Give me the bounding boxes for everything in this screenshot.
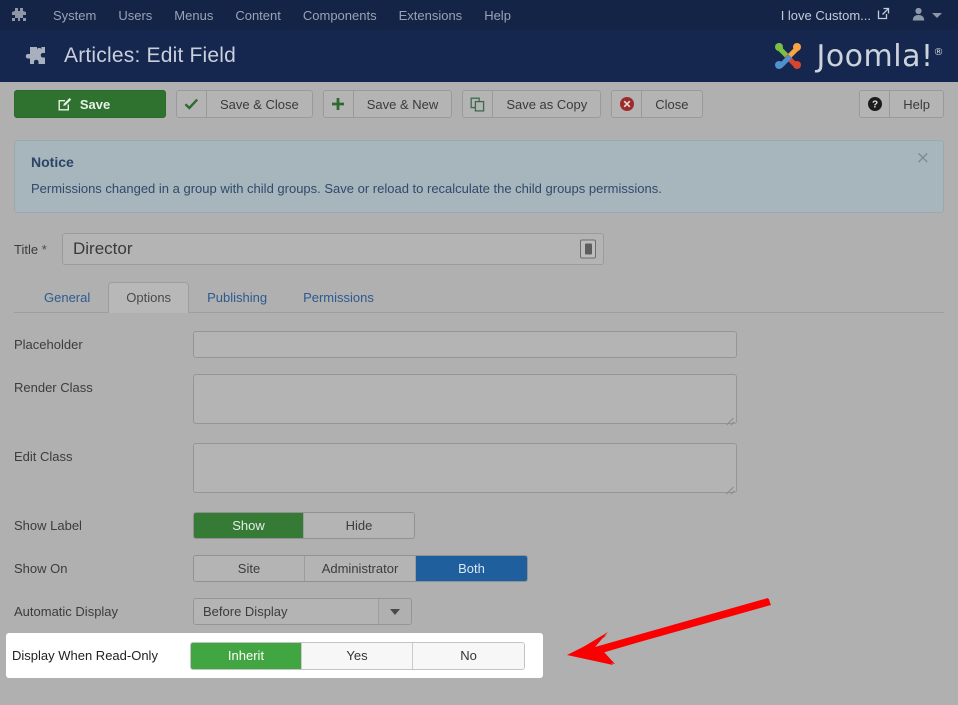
save-and-close-label: Save & Close xyxy=(220,96,299,112)
title-label-text: Title xyxy=(14,241,39,257)
site-preview-link[interactable]: I love Custom... xyxy=(773,3,898,27)
display-when-readonly-label: Display When Read-Only xyxy=(12,648,158,663)
help-button-label: Help xyxy=(903,96,930,112)
tab-permissions[interactable]: Permissions xyxy=(285,282,392,313)
save-button-label: Save xyxy=(79,96,111,112)
title-input[interactable] xyxy=(62,233,604,265)
plus-icon xyxy=(323,91,354,117)
site-preview-label: I love Custom... xyxy=(780,7,871,23)
automatic-display-select[interactable]: Before Display xyxy=(193,598,412,625)
show-on-option-administrator[interactable]: Administrator xyxy=(305,556,416,581)
editor-toolbar: Save Save & Close Save & New Save as Cop… xyxy=(0,82,958,126)
topbar-right-group: I love Custom... xyxy=(773,3,948,28)
chevron-down-icon xyxy=(932,12,942,18)
save-as-copy-label: Save as Copy xyxy=(506,96,588,112)
registered-mark: ® xyxy=(933,46,944,58)
nav-item-users[interactable]: Users xyxy=(107,2,163,29)
edit-class-wrapper xyxy=(193,443,737,496)
placeholder-label: Placeholder xyxy=(14,337,83,352)
display-when-readonly-option-inherit[interactable]: Inherit xyxy=(191,642,302,669)
field-type-icon[interactable] xyxy=(580,239,596,259)
toolbar-right-group: ? Help xyxy=(859,90,944,118)
show-on-label: Show On xyxy=(14,561,68,576)
display-when-readonly-button-group: Inherit Yes No xyxy=(190,641,525,670)
edit-class-field-row: Edit Class xyxy=(14,443,944,496)
copy-icon xyxy=(463,91,494,117)
save-as-copy-button[interactable]: Save as Copy xyxy=(462,90,602,118)
tab-options[interactable]: Options xyxy=(108,282,190,313)
help-button[interactable]: ? Help xyxy=(859,90,944,118)
title-field-label: Title * xyxy=(14,242,62,257)
nav-item-help[interactable]: Help xyxy=(473,2,522,29)
show-on-field-row: Show On Site Administrator Both xyxy=(14,555,944,582)
required-asterisk: * xyxy=(41,241,47,257)
placeholder-input[interactable] xyxy=(193,331,737,358)
joomla-wordmark: Joomla!® xyxy=(816,39,944,74)
nav-item-components[interactable]: Components xyxy=(292,2,388,29)
save-button[interactable]: Save xyxy=(14,90,166,118)
svg-text:?: ? xyxy=(872,100,878,111)
nav-item-extensions[interactable]: Extensions xyxy=(388,2,474,29)
render-class-textarea[interactable] xyxy=(193,374,737,424)
show-label-label: Show Label xyxy=(14,518,82,533)
edit-class-textarea[interactable] xyxy=(193,443,737,493)
render-class-label: Render Class xyxy=(14,380,93,395)
display-when-readonly-row: Display When Read-Only Inherit Yes No xyxy=(6,633,543,678)
tab-general[interactable]: General xyxy=(26,282,108,313)
show-on-button-group: Site Administrator Both xyxy=(193,555,528,582)
placeholder-field-row: Placeholder xyxy=(14,331,944,358)
save-and-close-button[interactable]: Save & Close xyxy=(176,90,313,118)
joomla-logo-icon[interactable] xyxy=(6,4,32,26)
page-content: Notice Permissions changed in a group wi… xyxy=(0,140,958,625)
main-nav: System Users Menus Content Components Ex… xyxy=(42,2,522,29)
show-label-option-hide[interactable]: Hide xyxy=(304,513,414,538)
edit-tabs: General Options Publishing Permissions xyxy=(14,281,944,313)
notice-alert: Notice Permissions changed in a group wi… xyxy=(14,140,944,213)
show-on-option-both[interactable]: Both xyxy=(416,556,527,581)
nav-item-system[interactable]: System xyxy=(42,2,107,29)
display-when-readonly-option-no[interactable]: No xyxy=(413,642,524,669)
render-class-wrapper xyxy=(193,374,737,427)
page-header: Articles: Edit Field Joomla!® xyxy=(0,30,958,82)
edit-class-label: Edit Class xyxy=(14,449,73,464)
joomla-brand-logo: Joomla!® xyxy=(768,36,944,76)
close-button[interactable]: Close xyxy=(611,90,703,118)
joomla-mark-icon xyxy=(775,43,802,69)
page-title: Articles: Edit Field xyxy=(64,44,237,67)
automatic-display-value: Before Display xyxy=(194,599,378,624)
save-and-new-button[interactable]: Save & New xyxy=(322,90,453,118)
notice-title: Notice xyxy=(31,154,74,170)
user-menu-button[interactable] xyxy=(898,3,948,28)
automatic-display-field-row: Automatic Display Before Display xyxy=(14,598,944,625)
show-on-option-site[interactable]: Site xyxy=(194,556,305,581)
notice-message: Permissions changed in a group with chil… xyxy=(31,181,662,196)
render-class-field-row: Render Class xyxy=(14,374,944,427)
close-button-label: Close xyxy=(655,96,689,112)
question-circle-icon: ? xyxy=(860,91,891,117)
show-label-option-show[interactable]: Show xyxy=(194,513,304,538)
close-icon[interactable]: × xyxy=(916,150,930,167)
cancel-circle-icon xyxy=(612,91,643,117)
options-form: Placeholder Render Class Edit Class Show… xyxy=(14,313,944,625)
admin-top-bar: System Users Menus Content Components Ex… xyxy=(0,0,958,30)
user-icon xyxy=(912,7,925,24)
show-label-field-row: Show Label Show Hide xyxy=(14,512,944,539)
title-field-row: Title * xyxy=(14,233,944,265)
tab-publishing[interactable]: Publishing xyxy=(189,282,285,313)
external-link-icon xyxy=(877,7,890,23)
nav-item-content[interactable]: Content xyxy=(224,2,292,29)
display-when-readonly-option-yes[interactable]: Yes xyxy=(302,642,413,669)
chevron-down-icon xyxy=(378,599,411,624)
show-label-button-group: Show Hide xyxy=(193,512,415,539)
check-icon xyxy=(177,91,207,117)
title-input-wrapper xyxy=(62,233,604,265)
edit-square-icon xyxy=(57,91,72,117)
nav-item-menus[interactable]: Menus xyxy=(163,2,224,29)
joomla-word-text: Joomla! xyxy=(816,38,934,74)
puzzle-piece-icon xyxy=(22,44,48,68)
save-and-new-label: Save & New xyxy=(366,96,439,112)
automatic-display-label: Automatic Display xyxy=(14,604,119,619)
